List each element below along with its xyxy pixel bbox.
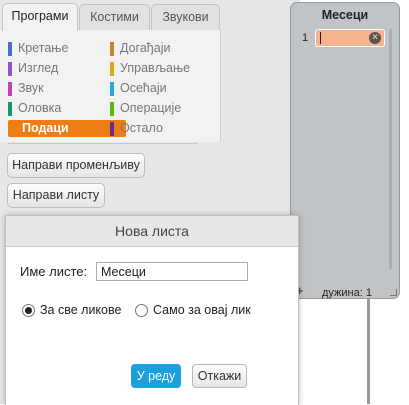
this-sprite-only-label: Само за овај лик: [153, 303, 251, 317]
list-name-input[interactable]: [96, 262, 248, 281]
category-label: Изглед: [18, 61, 59, 75]
category-palette: Кретање Изглед Звук Оловка Подаци Догађа…: [0, 30, 221, 142]
category-color-bar: [110, 122, 114, 136]
category-operators[interactable]: Операције: [110, 100, 210, 117]
resize-grip-icon[interactable]: [390, 289, 397, 296]
category-color-bar: [8, 82, 12, 96]
category-motion[interactable]: Кретање: [8, 40, 103, 57]
category-label: Остало: [120, 121, 163, 135]
stage-area: [290, 299, 409, 404]
list-name-label: Име листе:: [20, 264, 88, 279]
category-color-bar: [8, 102, 12, 116]
category-color-bar: [8, 62, 12, 76]
category-more-blocks[interactable]: Остало: [110, 120, 210, 137]
category-color-bar: [110, 82, 114, 96]
category-pen[interactable]: Оловка: [8, 100, 103, 117]
text-cursor: [320, 32, 321, 44]
stage-border: [367, 299, 370, 404]
category-control[interactable]: Управљање: [110, 60, 210, 77]
category-color-bar: [110, 102, 114, 116]
for-all-sprites-label: За све ликове: [40, 303, 122, 317]
ok-button[interactable]: У реду: [131, 364, 181, 388]
list-length-label: дужина: 1: [322, 287, 372, 299]
palette-divider: [8, 143, 198, 144]
dialog-title: Нова листа: [6, 216, 298, 247]
make-variable-button[interactable]: Направи променљиву: [7, 153, 145, 178]
category-events[interactable]: Догађаји: [110, 40, 210, 57]
category-sensing[interactable]: Осећаји: [110, 80, 210, 97]
tab-bar: Програми Костими Звукови: [0, 0, 300, 31]
category-label: Подаци: [22, 121, 69, 135]
category-color-bar: [110, 42, 114, 56]
category-color-bar: [110, 62, 114, 76]
category-looks[interactable]: Изглед: [8, 60, 103, 77]
category-label: Звук: [18, 81, 44, 95]
category-label: Управљање: [120, 61, 191, 75]
list-item-editor[interactable]: ×: [315, 29, 385, 47]
new-list-dialog: Нова листа Име листе: За све ликове Само…: [5, 215, 299, 405]
category-label: Осећаји: [120, 81, 167, 95]
category-label: Кретање: [18, 41, 69, 55]
category-data[interactable]: Подаци: [8, 120, 126, 137]
list-item-index: 1: [302, 32, 309, 44]
tab-costumes[interactable]: Костими: [79, 4, 150, 30]
category-sound[interactable]: Звук: [8, 80, 103, 97]
make-list-button[interactable]: Направи листу: [7, 183, 105, 208]
category-label: Догађаји: [120, 41, 171, 55]
category-color-bar: [8, 42, 12, 56]
list-monitor-title: Месеци: [321, 8, 369, 22]
for-all-sprites-radio[interactable]: [22, 304, 35, 317]
list-monitor[interactable]: Месеци 1 × + дужина: 1: [290, 2, 400, 299]
this-sprite-only-radio[interactable]: [135, 304, 148, 317]
tab-scripts[interactable]: Програми: [2, 3, 78, 31]
category-label: Оловка: [18, 101, 62, 115]
category-label: Операције: [120, 101, 182, 115]
tab-sounds[interactable]: Звукови: [151, 4, 220, 30]
list-scrollbar[interactable]: [389, 29, 392, 269]
delete-item-icon[interactable]: ×: [369, 32, 381, 44]
cancel-button[interactable]: Откажи: [192, 364, 247, 388]
